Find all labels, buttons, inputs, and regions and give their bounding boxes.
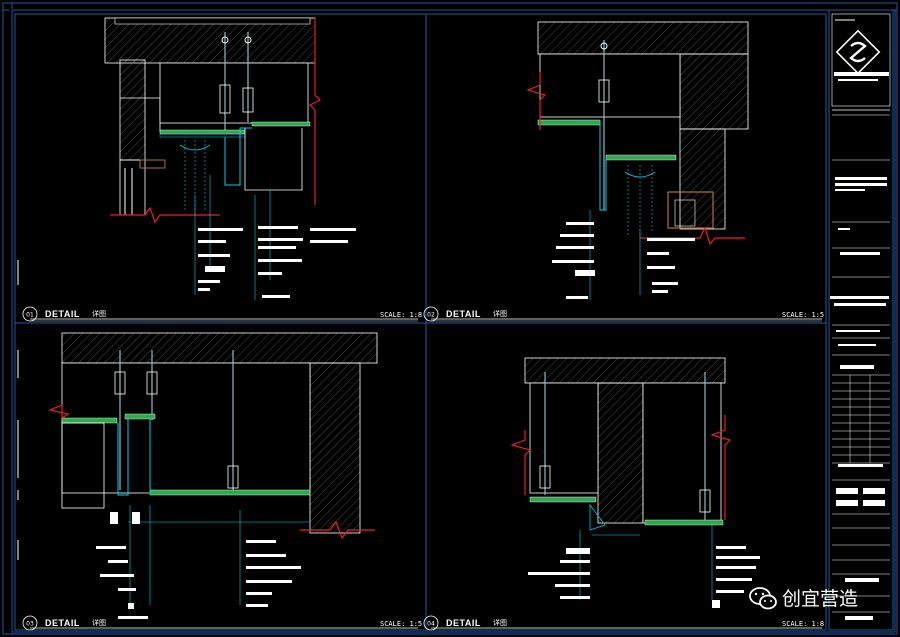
detail-number: 02 <box>427 312 435 319</box>
detail-subtitle: 详图 <box>92 309 106 318</box>
detail-number: 04 <box>427 621 435 628</box>
detail-title: DETAIL <box>446 618 481 628</box>
detail-number: 01 <box>26 312 34 319</box>
detail-02-drawing <box>526 21 749 300</box>
detail-header-04: 04 DETAIL 详图 SCALE: 1:8 <box>423 615 824 631</box>
detail-01-drawing <box>104 17 356 300</box>
detail-scale: SCALE: 1:8 <box>782 620 824 628</box>
detail-title: DETAIL <box>45 618 80 628</box>
detail-scale: SCALE: 1:5 <box>782 311 824 319</box>
detail-header-02: 02 DETAIL 详图 SCALE: 1:5 <box>423 306 824 322</box>
detail-title: DETAIL <box>45 309 80 319</box>
cad-drawing-sheet: 01 DETAIL 详图 SCALE: 1:8 02 DETAIL 详图 SCA… <box>2 2 898 635</box>
detail-03-drawing <box>48 332 378 619</box>
company-logo <box>835 29 881 75</box>
detail-scale: SCALE: 1:8 <box>380 311 422 319</box>
title-block <box>828 9 894 631</box>
detail-number: 03 <box>26 621 34 628</box>
detail-subtitle: 详图 <box>493 309 507 318</box>
detail-subtitle: 详图 <box>92 618 106 627</box>
detail-scale: SCALE: 1:5 <box>380 620 422 628</box>
detail-header-03: 03 DETAIL 详图 SCALE: 1:5 <box>22 615 422 631</box>
wechat-icon <box>749 587 777 610</box>
detail-subtitle: 详图 <box>493 618 507 627</box>
detail-title: DETAIL <box>446 309 481 319</box>
detail-header-01: 01 DETAIL 详图 SCALE: 1:8 <box>22 306 422 322</box>
watermark-text: 创宜营造 <box>782 588 858 610</box>
detail-04-drawing <box>510 357 760 608</box>
watermark: 创宜营造 <box>749 587 858 610</box>
